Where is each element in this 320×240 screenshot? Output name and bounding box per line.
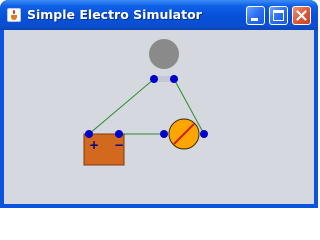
terminal-top-left[interactable] (150, 75, 158, 83)
java-cup-steam (13, 10, 15, 14)
terminal-top-right[interactable] (170, 75, 178, 83)
app-window: Simple Electro Simulator + − (0, 0, 318, 208)
window-title: Simple Electro Simulator (27, 7, 202, 22)
java-cup-icon[interactable] (7, 8, 21, 22)
java-cup-body (11, 15, 17, 20)
terminal-lamp-right[interactable] (200, 130, 208, 138)
close-icon (296, 10, 307, 21)
maximize-icon (273, 10, 284, 21)
terminal-lamp-left[interactable] (160, 130, 168, 138)
title-bar[interactable]: Simple Electro Simulator (0, 0, 318, 30)
wire-left-diagonal (88, 78, 155, 135)
minimize-button[interactable] (246, 6, 265, 25)
terminal-battery-plus[interactable] (85, 130, 93, 138)
close-button[interactable] (292, 6, 311, 25)
idle-component[interactable] (149, 39, 179, 69)
circuit-drawing[interactable]: + − (4, 30, 314, 204)
maximize-button[interactable] (269, 6, 288, 25)
minimize-icon (251, 18, 258, 21)
terminal-battery-minus[interactable] (115, 130, 123, 138)
battery-plus-label: + (89, 138, 99, 152)
circuit-canvas[interactable]: + − (4, 30, 314, 204)
battery-minus-label: − (114, 138, 124, 152)
